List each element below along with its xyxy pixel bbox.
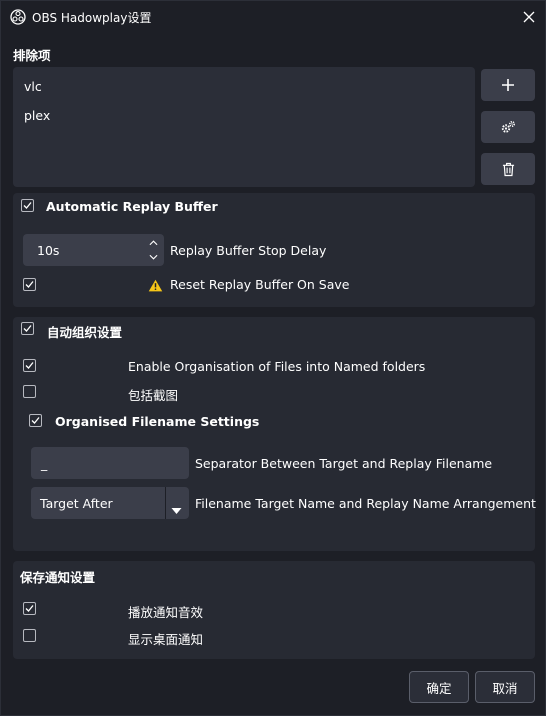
ok-button[interactable]: 确定 (409, 671, 469, 703)
separator-value: _ (41, 456, 48, 471)
delete-exclusion-button[interactable] (481, 153, 535, 185)
check-icon (31, 417, 40, 424)
arrangement-value: Target After (40, 496, 113, 511)
notifications-title: 保存通知设置 (20, 570, 96, 585)
add-exclusion-button[interactable] (481, 69, 535, 101)
gears-icon (501, 120, 516, 133)
settings-dialog: OBS Hadowplay设置 排除项 vlc plex Automatic R… (0, 0, 546, 716)
reset-on-save-checkbox[interactable] (23, 278, 36, 291)
plus-icon (502, 79, 514, 91)
window-title: OBS Hadowplay设置 (32, 11, 152, 25)
desktop-notification-label: 显示桌面通知 (128, 632, 204, 647)
play-sound-label: 播放通知音效 (128, 605, 204, 620)
trash-icon (502, 162, 514, 176)
cancel-button[interactable]: 取消 (475, 671, 535, 703)
obs-logo-icon (10, 9, 26, 25)
chevron-down-icon (149, 254, 157, 260)
play-sound-checkbox[interactable] (23, 602, 36, 615)
chevron-up-icon (149, 240, 157, 246)
exclusions-title: 排除项 (13, 48, 51, 63)
filename-settings-label: Organised Filename Settings (55, 414, 260, 429)
check-icon (25, 605, 34, 612)
separator-input[interactable]: _ (31, 447, 189, 479)
list-item[interactable]: vlc (24, 79, 42, 94)
check-icon (23, 325, 32, 332)
include-screenshots-checkbox[interactable] (23, 385, 36, 398)
check-icon (25, 362, 34, 369)
organisation-label: 自动组织设置 (47, 325, 123, 340)
spin-down-button[interactable] (144, 250, 162, 264)
configure-exclusion-button[interactable] (481, 111, 535, 143)
warning-icon (148, 277, 163, 296)
desktop-notification-checkbox[interactable] (23, 629, 36, 642)
replay-buffer-label: Automatic Replay Buffer (46, 199, 218, 214)
close-button[interactable] (517, 5, 541, 29)
include-screenshots-label: 包括截图 (128, 388, 179, 403)
replay-buffer-checkbox[interactable] (21, 199, 34, 212)
named-folders-label: Enable Organisation of Files into Named … (128, 359, 426, 374)
arrangement-label: Filename Target Name and Replay Name Arr… (195, 496, 536, 511)
list-item[interactable]: plex (24, 108, 50, 123)
check-icon (25, 281, 34, 288)
check-icon (23, 202, 32, 209)
spin-up-button[interactable] (144, 236, 162, 250)
title-bar: OBS Hadowplay设置 (1, 1, 546, 33)
stop-delay-value: 10s (37, 243, 60, 258)
named-folders-checkbox[interactable] (23, 359, 36, 372)
organisation-checkbox[interactable] (21, 322, 34, 335)
arrangement-select[interactable]: Target After (31, 487, 189, 519)
reset-on-save-label: Reset Replay Buffer On Save (170, 277, 350, 292)
separator-label: Separator Between Target and Replay File… (195, 456, 493, 471)
stop-delay-label: Replay Buffer Stop Delay (170, 243, 327, 258)
filename-settings-checkbox[interactable] (29, 414, 42, 427)
stop-delay-spinbox[interactable]: 10s (23, 234, 164, 266)
dropdown-arrow-icon[interactable] (171, 499, 182, 518)
close-icon (523, 11, 535, 23)
exclusion-list[interactable]: vlc plex (13, 67, 475, 187)
select-divider (165, 487, 166, 519)
